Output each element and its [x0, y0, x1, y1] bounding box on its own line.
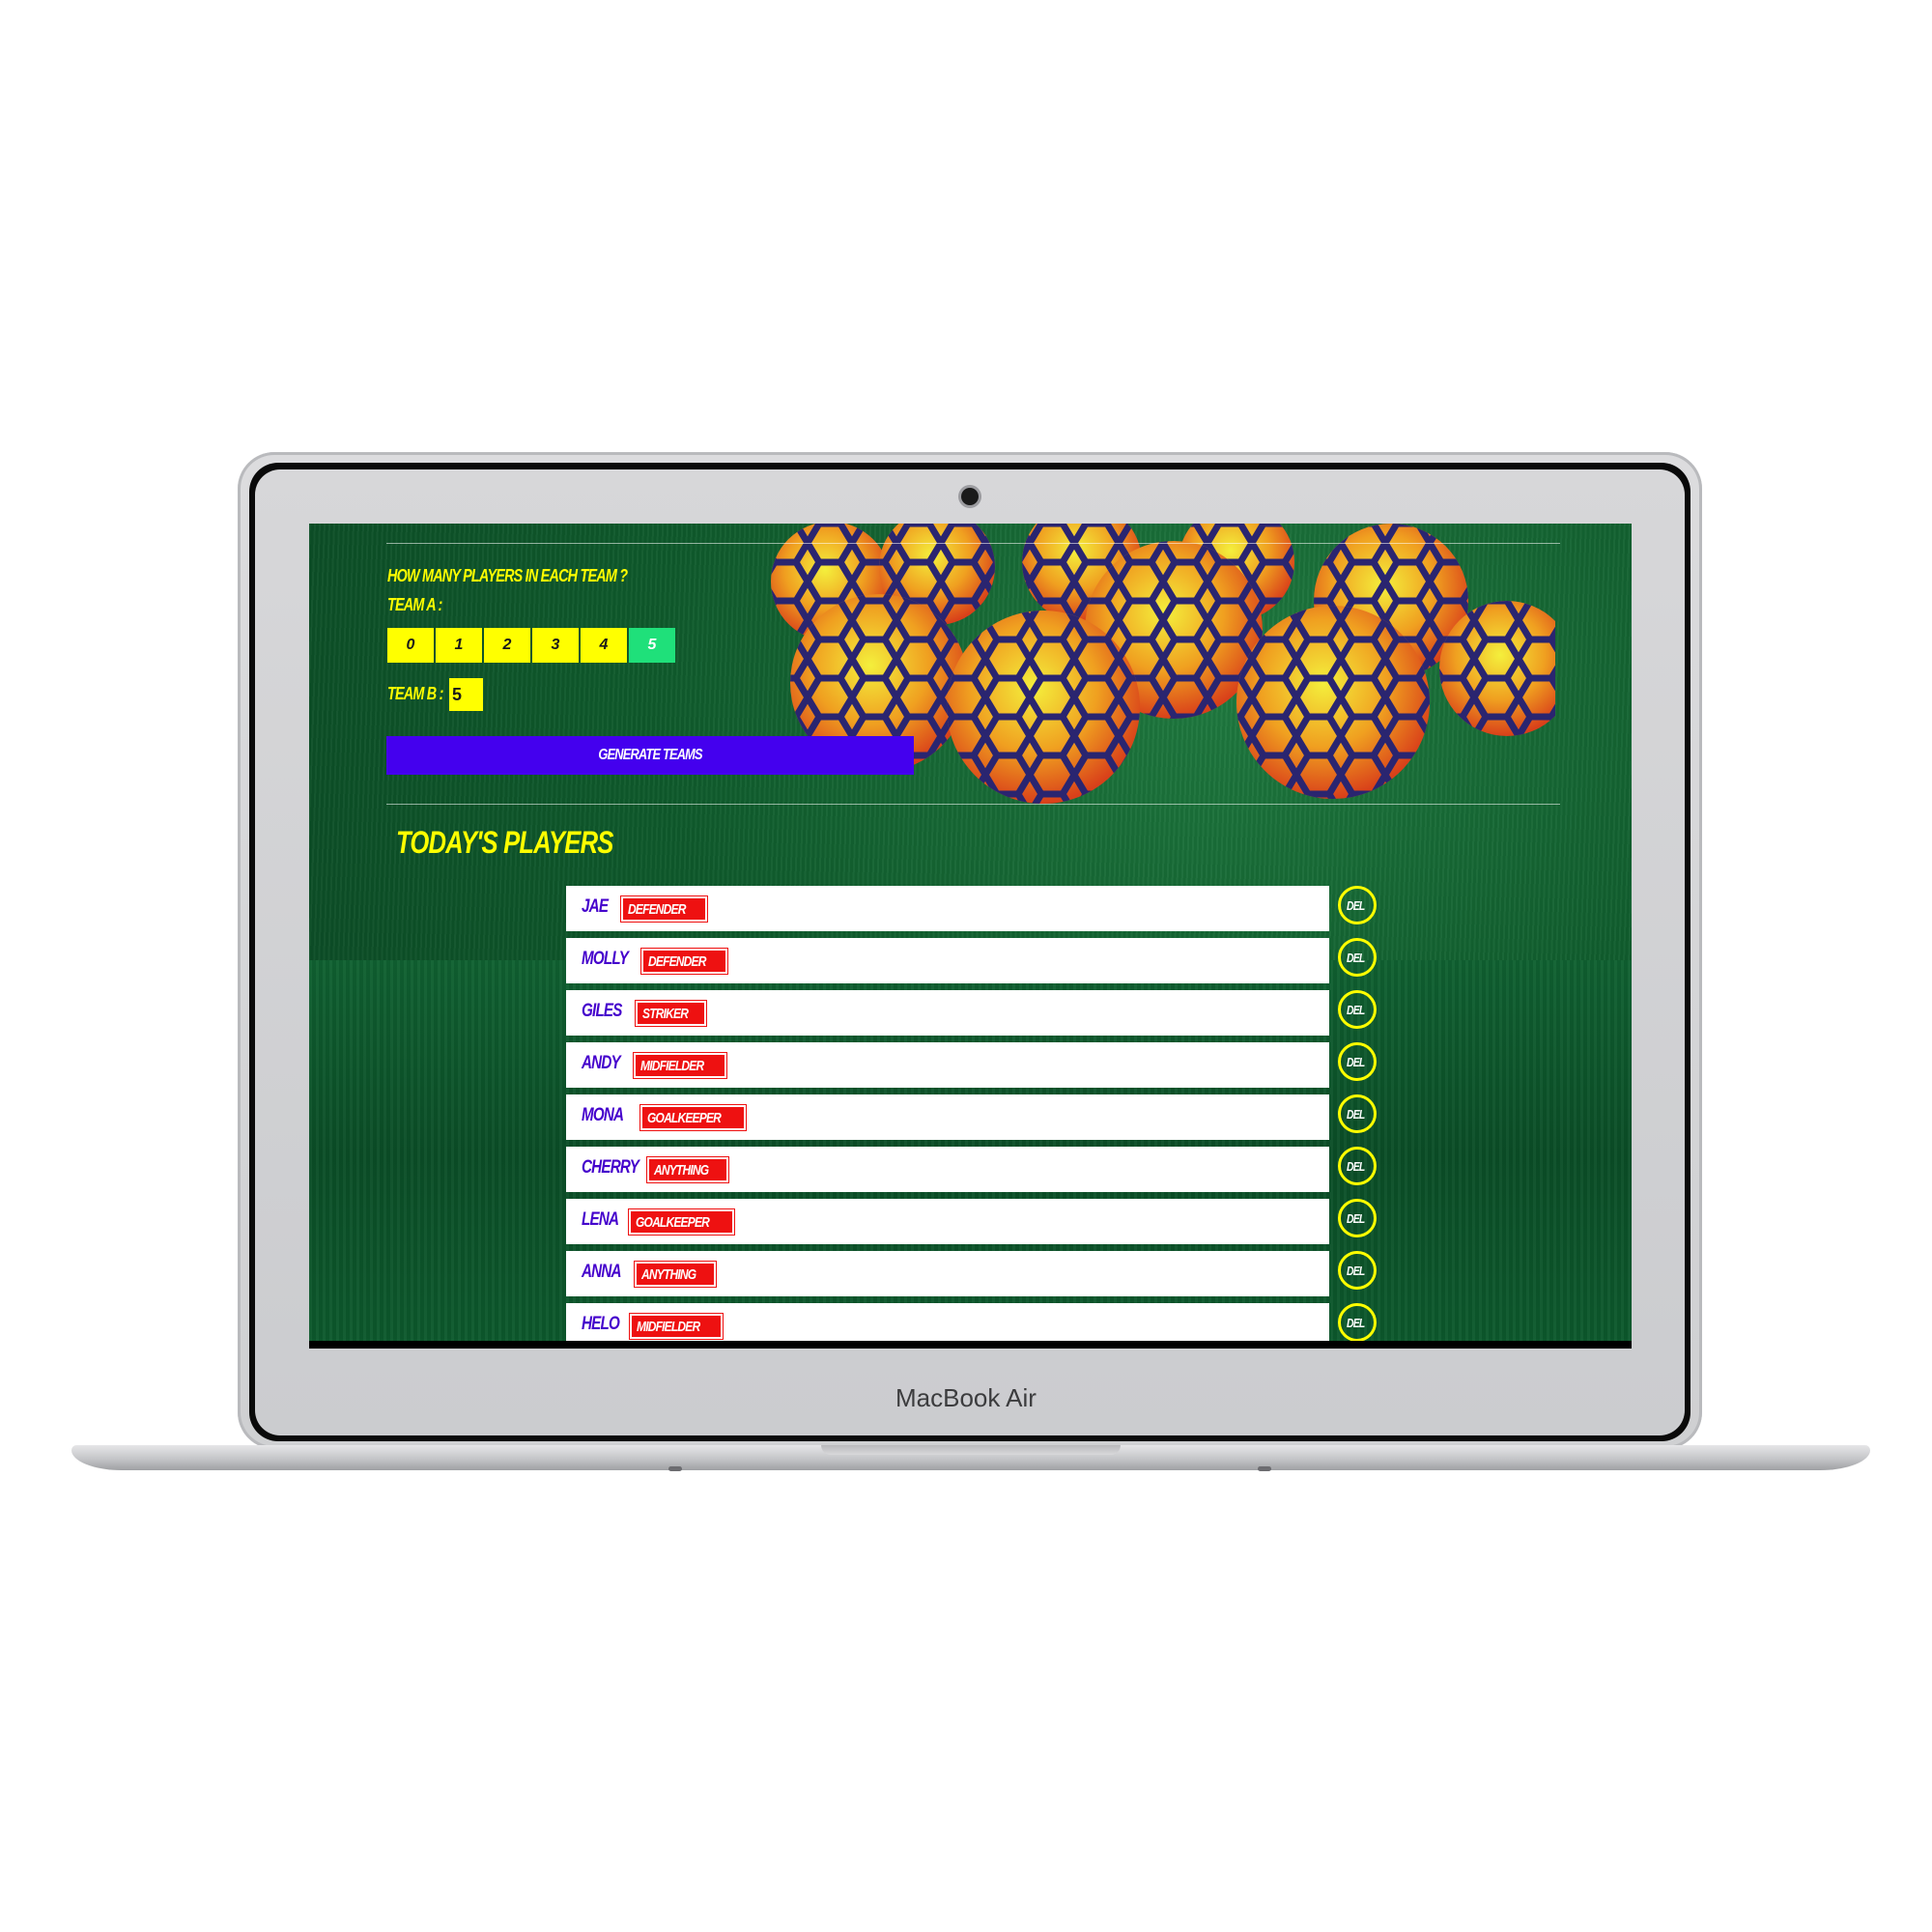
player-name: LENA — [582, 1209, 619, 1230]
delete-player-button[interactable]: DEL — [1338, 1303, 1377, 1342]
team-a-label: TEAM A : — [387, 595, 442, 614]
delete-label: DEL — [1346, 1054, 1365, 1069]
player-card: ANNA ANYTHING — [566, 1251, 1329, 1296]
position-badge: DEFENDER — [621, 896, 707, 922]
delete-player-button[interactable]: DEL — [1338, 1042, 1377, 1081]
position-label: GOALKEEPER — [647, 1109, 722, 1126]
player-name: JAE — [582, 896, 609, 917]
divider — [386, 804, 1560, 805]
player-row: GILES STRIKER DEL — [566, 990, 1387, 1042]
player-name: CHERRY — [582, 1157, 639, 1178]
delete-label: DEL — [1346, 1106, 1365, 1122]
position-label: GOALKEEPER — [636, 1213, 710, 1231]
app-screen: HOW MANY PLAYERS IN EACH TEAM ? TEAM A :… — [309, 524, 1632, 1349]
player-name: MONA — [582, 1105, 624, 1125]
position-label: MIDFIELDER — [637, 1318, 700, 1335]
delete-player-button[interactable]: DEL — [1338, 1199, 1377, 1237]
team-a-count-option-selected[interactable]: 5 — [629, 628, 675, 663]
position-label: DEFENDER — [648, 952, 706, 970]
position-badge: MIDFIELDER — [634, 1053, 726, 1078]
team-a-count-option[interactable]: 0 — [387, 628, 434, 663]
player-row: JAE DEFENDER DEL — [566, 886, 1387, 938]
position-badge: STRIKER — [636, 1001, 706, 1026]
generate-teams-button[interactable]: GENERATE TEAMS — [386, 736, 914, 775]
player-name: MOLLY — [582, 949, 629, 969]
laptop-foot — [668, 1466, 682, 1471]
team-b-count-value: 5 — [449, 678, 483, 711]
laptop-hinge-notch — [821, 1445, 1121, 1455]
delete-label: DEL — [1346, 1002, 1365, 1017]
player-name: ANDY — [582, 1053, 621, 1073]
delete-label: DEL — [1346, 1210, 1365, 1226]
position-badge: DEFENDER — [641, 949, 727, 974]
player-row: MONA GOALKEEPER DEL — [566, 1094, 1387, 1147]
team-a-count-option[interactable]: 3 — [532, 628, 579, 663]
laptop-foot — [1258, 1466, 1271, 1471]
delete-player-button[interactable]: DEL — [1338, 1251, 1377, 1290]
player-name: ANNA — [582, 1262, 622, 1282]
delete-label: DEL — [1346, 1315, 1365, 1330]
camera-icon — [961, 488, 979, 505]
player-card: JAE DEFENDER — [566, 886, 1329, 931]
screen-bottom-edge — [309, 1341, 1632, 1349]
player-row: ANDY MIDFIELDER DEL — [566, 1042, 1387, 1094]
players-per-team-question: HOW MANY PLAYERS IN EACH TEAM ? — [387, 566, 628, 585]
position-badge: GOALKEEPER — [640, 1105, 747, 1130]
generate-teams-label: GENERATE TEAMS — [598, 747, 702, 763]
position-badge: ANYTHING — [635, 1262, 717, 1287]
position-badge: GOALKEEPER — [629, 1209, 735, 1235]
delete-label: DEL — [1346, 1158, 1365, 1174]
player-row: MOLLY DEFENDER DEL — [566, 938, 1387, 990]
team-a-count-option[interactable]: 2 — [484, 628, 530, 663]
team-a-count-option[interactable]: 4 — [581, 628, 627, 663]
position-label: ANYTHING — [654, 1161, 709, 1179]
player-card: MONA GOALKEEPER — [566, 1094, 1329, 1140]
delete-player-button[interactable]: DEL — [1338, 886, 1377, 924]
position-label: MIDFIELDER — [640, 1057, 704, 1074]
delete-player-button[interactable]: DEL — [1338, 1147, 1377, 1185]
player-row: LENA GOALKEEPER DEL — [566, 1199, 1387, 1251]
position-badge: MIDFIELDER — [630, 1314, 723, 1339]
player-name: GILES — [582, 1001, 622, 1021]
delete-player-button[interactable]: DEL — [1338, 1094, 1377, 1133]
delete-label: DEL — [1346, 897, 1365, 913]
device-brand: MacBook Air — [895, 1383, 1037, 1412]
player-row: ANNA ANYTHING DEL — [566, 1251, 1387, 1303]
position-label: ANYTHING — [641, 1265, 696, 1283]
section-title: TODAY'S PLAYERS — [396, 825, 613, 860]
team-a-count-selector: 0 1 2 3 4 5 — [387, 628, 675, 663]
divider — [386, 543, 1560, 544]
team-b-label: TEAM B : — [387, 684, 443, 703]
player-card: CHERRY ANYTHING — [566, 1147, 1329, 1192]
position-label: DEFENDER — [628, 900, 686, 918]
position-label: STRIKER — [642, 1005, 689, 1022]
team-a-count-option[interactable]: 1 — [436, 628, 482, 663]
player-row: CHERRY ANYTHING DEL — [566, 1147, 1387, 1199]
player-card: ANDY MIDFIELDER — [566, 1042, 1329, 1088]
delete-player-button[interactable]: DEL — [1338, 938, 1377, 977]
position-badge: ANYTHING — [647, 1157, 729, 1182]
player-card: LENA GOALKEEPER — [566, 1199, 1329, 1244]
player-card: MOLLY DEFENDER — [566, 938, 1329, 983]
delete-player-button[interactable]: DEL — [1338, 990, 1377, 1029]
player-card: GILES STRIKER — [566, 990, 1329, 1036]
delete-label: DEL — [1346, 1263, 1365, 1278]
delete-label: DEL — [1346, 950, 1365, 965]
player-name: HELO — [582, 1314, 620, 1334]
